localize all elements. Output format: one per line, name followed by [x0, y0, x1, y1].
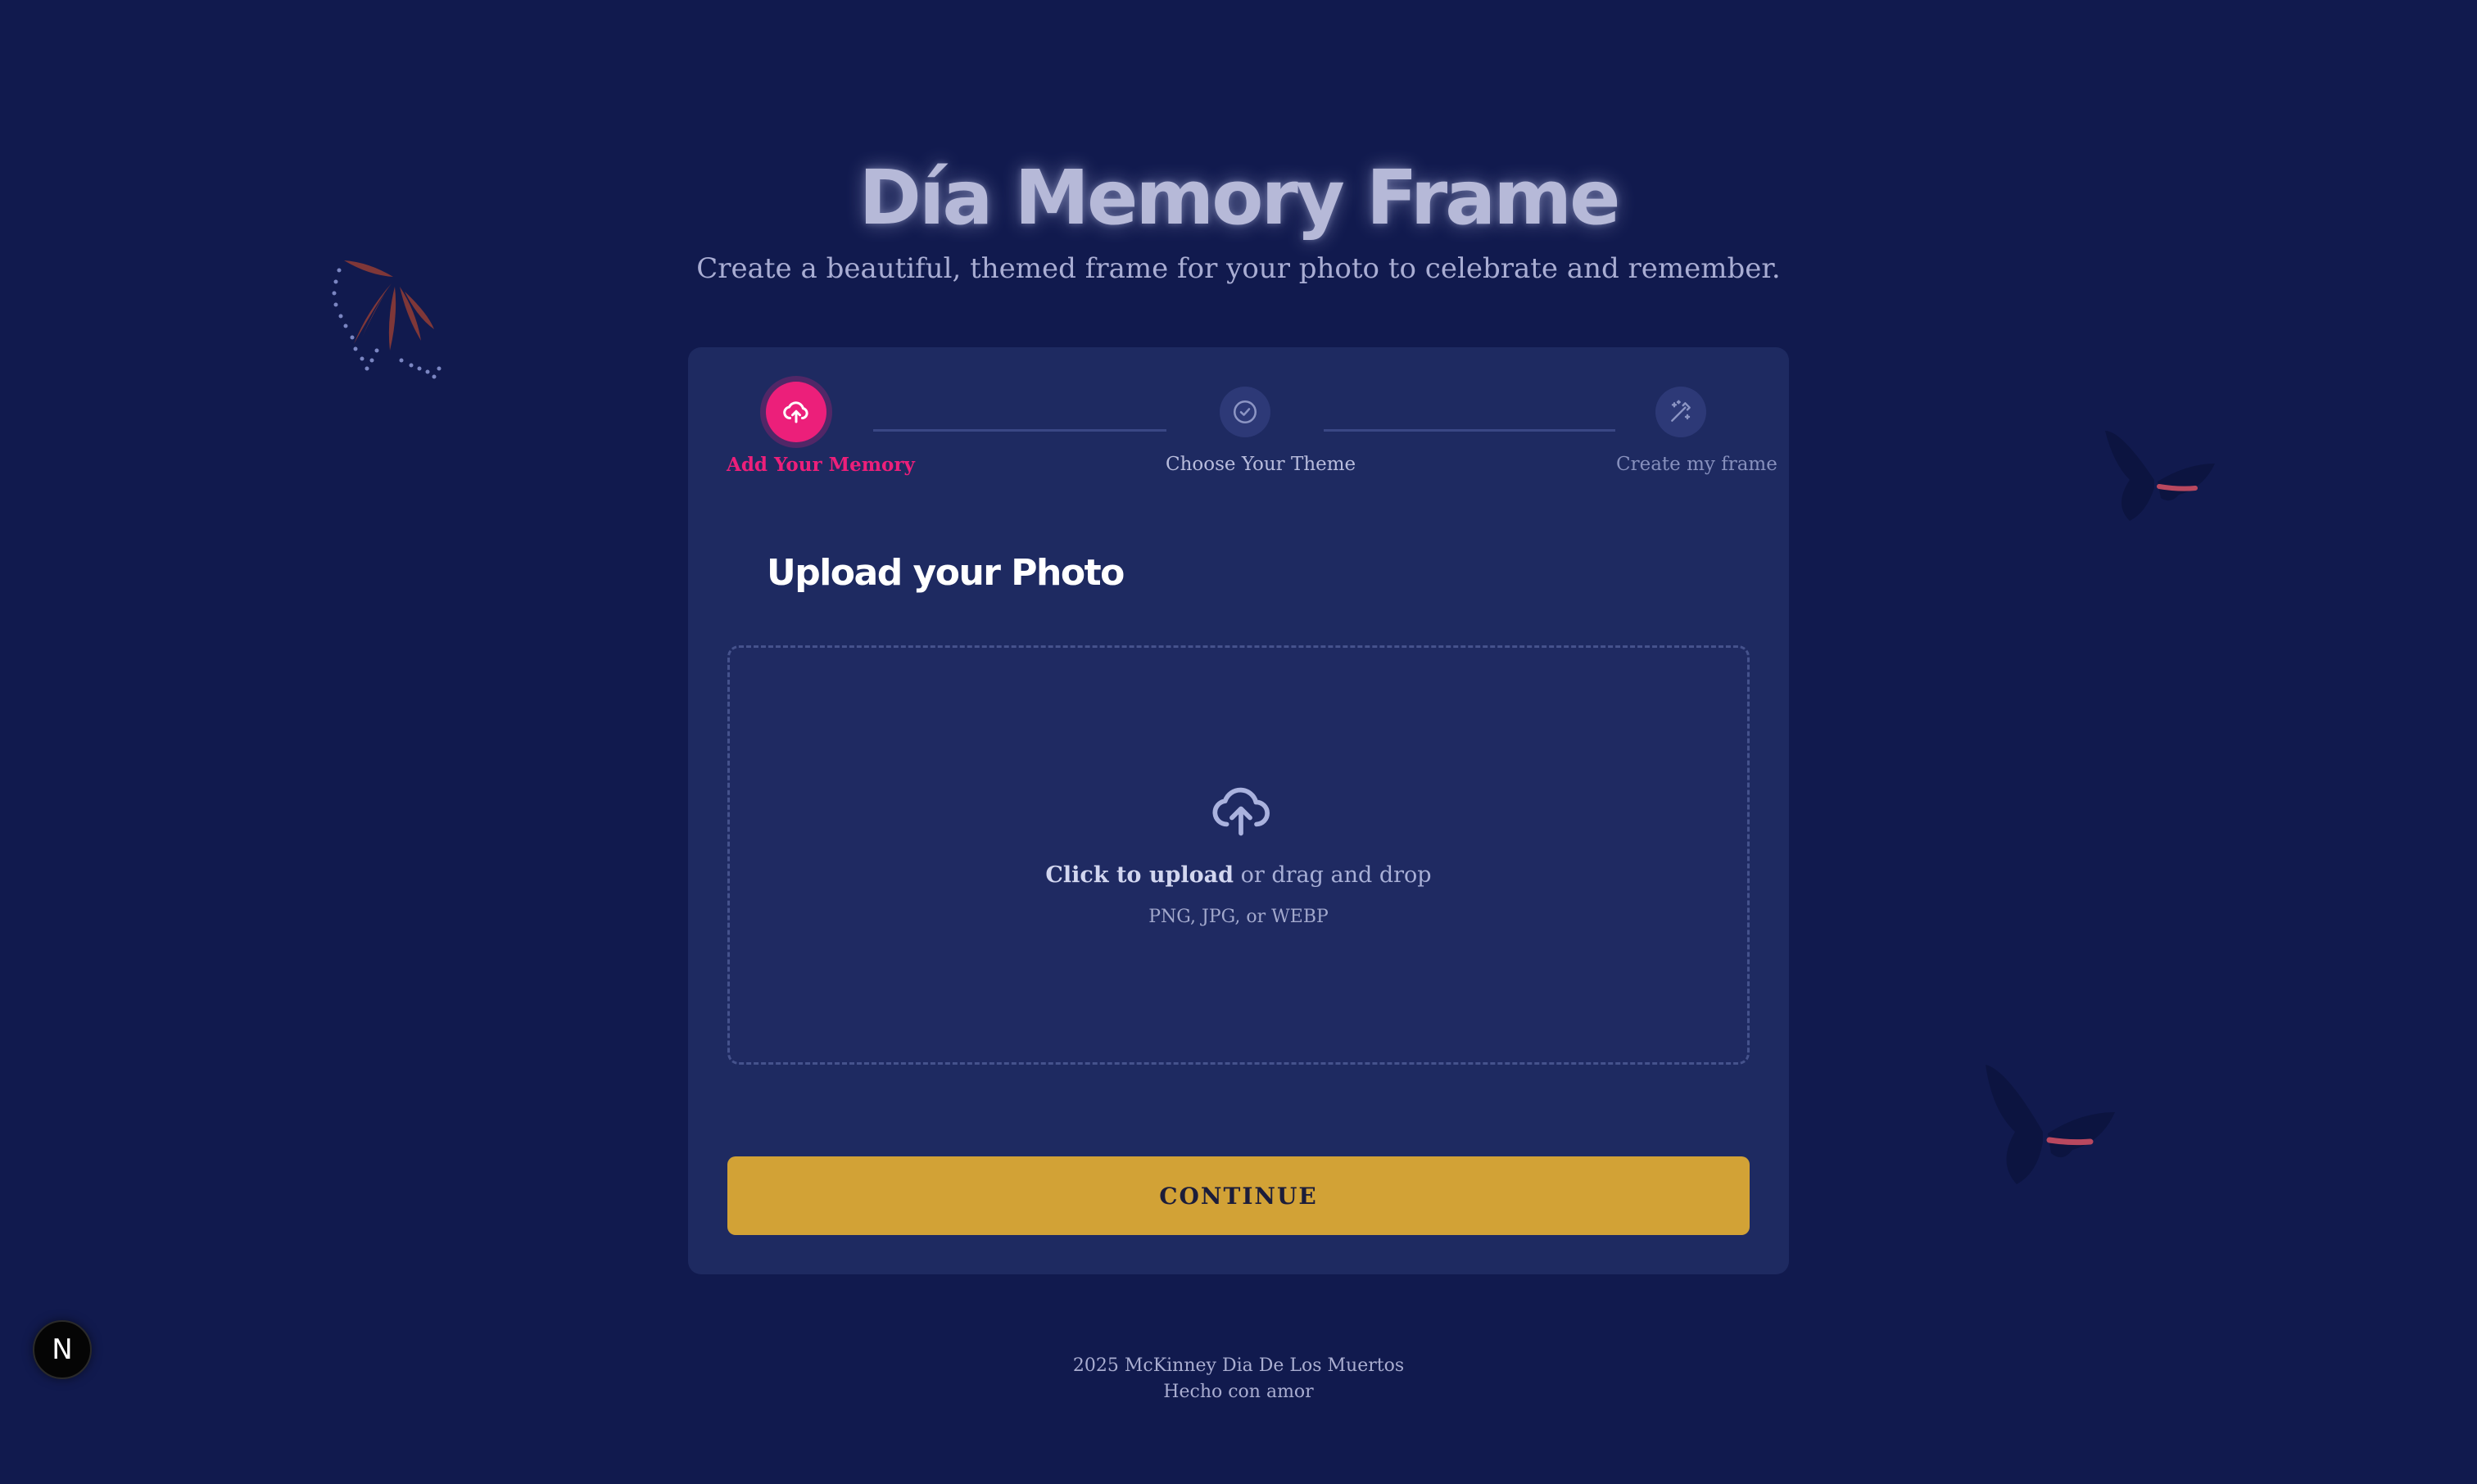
cloud-upload-icon	[783, 401, 808, 423]
click-to-upload-link[interactable]: Click to upload	[1045, 862, 1234, 888]
dropzone-instructions: Click to upload or drag and drop	[730, 862, 1747, 888]
photo-dropzone[interactable]: Click to upload or drag and drop PNG, JP…	[727, 645, 1750, 1065]
upload-card: Add Your Memory Choose Your Theme Create…	[688, 347, 1789, 1274]
page: Día Memory Frame Create a beautiful, the…	[0, 0, 2477, 1484]
dev-tools-badge[interactable]: N	[33, 1320, 92, 1379]
footer-tagline: Hecho con amor	[1163, 1382, 1314, 1402]
magic-wand-icon	[1671, 400, 1691, 422]
footer-copyright: 2025 McKinney Dia De Los Muertos	[1072, 1355, 1405, 1376]
stepper-connector	[1324, 429, 1615, 432]
drag-drop-text: or drag and drop	[1240, 862, 1432, 888]
check-circle-icon	[1233, 400, 1257, 424]
stepper-connector	[873, 429, 1166, 432]
step-1-add-memory[interactable]	[766, 382, 826, 442]
butterfly-decoration	[2105, 431, 2215, 521]
page-subtitle: Create a beautiful, themed frame for you…	[696, 252, 1781, 285]
step-3-create-frame[interactable]	[1655, 387, 1706, 437]
section-title: Upload your Photo	[767, 552, 1125, 594]
footer: 2025 McKinney Dia De Los Muertos Hecho c…	[0, 1353, 2477, 1405]
step-label: Add Your Memory	[727, 454, 915, 476]
step-2-choose-theme[interactable]	[1220, 387, 1270, 437]
cloud-upload-icon	[1212, 787, 1270, 836]
step-label: Choose Your Theme	[1166, 454, 1356, 475]
continue-button[interactable]: CONTINUE	[727, 1156, 1750, 1235]
butterfly-decoration	[1986, 1065, 2115, 1184]
page-title: Día Memory Frame	[858, 154, 1620, 242]
file-format-hint: PNG, JPG, or WEBP	[1148, 907, 1329, 927]
step-label: Create my frame	[1616, 454, 1777, 475]
